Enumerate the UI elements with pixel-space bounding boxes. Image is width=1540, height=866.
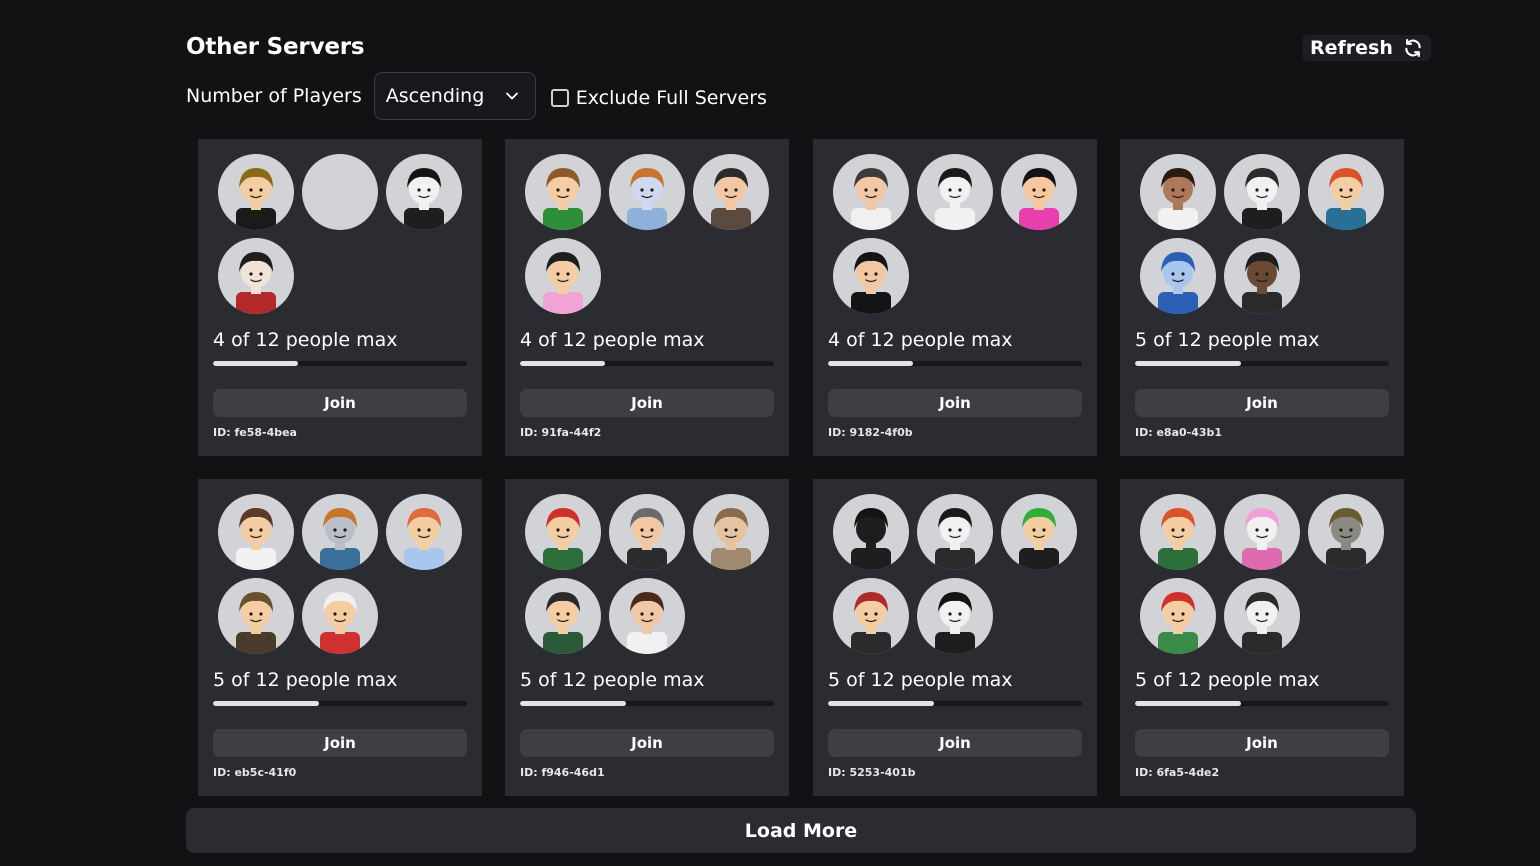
server-card: 5 of 12 people max Join ID: eb5c-41f0 [198, 479, 482, 796]
player-capacity-fill [520, 701, 626, 706]
player-avatar[interactable] [218, 238, 294, 314]
player-avatar[interactable] [833, 578, 909, 654]
join-server-button[interactable]: Join [828, 729, 1082, 757]
server-card: 5 of 12 people max Join ID: e8a0-43b1 [1120, 139, 1404, 456]
player-avatar[interactable] [917, 578, 993, 654]
player-avatar[interactable] [302, 494, 378, 570]
server-id: ID: e8a0-43b1 [1135, 426, 1223, 439]
player-avatar[interactable] [1001, 154, 1077, 230]
other-servers-page: Other Servers Refresh Number of Players … [0, 0, 1540, 866]
join-server-button[interactable]: Join [1135, 389, 1389, 417]
player-count: 4 of 12 people max [828, 329, 1013, 351]
player-avatar[interactable] [693, 494, 769, 570]
server-card: 5 of 12 people max Join ID: 6fa5-4de2 [1120, 479, 1404, 796]
player-avatar[interactable] [609, 154, 685, 230]
server-id: ID: eb5c-41f0 [213, 766, 297, 779]
exclude-full-servers-checkbox[interactable] [550, 89, 569, 107]
join-server-button[interactable]: Join [213, 729, 467, 757]
load-more-button[interactable]: Load More [186, 808, 1416, 853]
player-avatar[interactable] [609, 578, 685, 654]
player-count: 5 of 12 people max [828, 669, 1013, 691]
refresh-icon [1405, 39, 1421, 58]
join-server-button[interactable]: Join [520, 389, 774, 417]
player-avatar[interactable] [833, 154, 909, 230]
player-avatar[interactable] [1224, 578, 1300, 654]
player-avatar[interactable] [1308, 154, 1384, 230]
player-avatar[interactable] [1140, 154, 1216, 230]
player-avatar[interactable] [833, 494, 909, 570]
player-avatar[interactable] [1224, 238, 1300, 314]
player-avatar[interactable] [218, 154, 294, 230]
player-count: 4 of 12 people max [520, 329, 705, 351]
chevron-down-icon [505, 92, 518, 100]
join-server-button[interactable]: Join [1135, 729, 1389, 757]
exclude-full-servers-toggle[interactable]: Exclude Full Servers [550, 87, 767, 109]
refresh-label: Refresh [1310, 37, 1393, 59]
player-avatar[interactable] [1140, 578, 1216, 654]
player-avatar[interactable] [525, 578, 601, 654]
player-capacity-bar [213, 701, 467, 706]
player-capacity-bar [828, 701, 1082, 706]
player-avatar[interactable] [525, 238, 601, 314]
player-avatar[interactable] [218, 494, 294, 570]
join-server-button[interactable]: Join [828, 389, 1082, 417]
player-capacity-bar [1135, 361, 1389, 366]
server-card: 4 of 12 people max Join ID: fe58-4bea [198, 139, 482, 456]
server-card: 4 of 12 people max Join ID: 91fa-44f2 [505, 139, 789, 456]
sort-selected-value: Ascending [385, 85, 485, 107]
player-avatar[interactable] [525, 494, 601, 570]
player-capacity-bar [1135, 701, 1389, 706]
player-avatar[interactable] [302, 154, 378, 230]
server-card: 5 of 12 people max Join ID: f946-46d1 [505, 479, 789, 796]
player-avatar[interactable] [917, 494, 993, 570]
player-avatar[interactable] [833, 238, 909, 314]
server-card: 5 of 12 people max Join ID: 5253-401b [813, 479, 1097, 796]
player-avatar[interactable] [1001, 494, 1077, 570]
sort-order-dropdown[interactable]: Ascending [373, 72, 536, 120]
exclude-full-servers-label: Exclude Full Servers [575, 87, 767, 109]
sort-label: Number of Players [186, 85, 362, 107]
server-id: ID: f946-46d1 [520, 766, 605, 779]
player-avatar[interactable] [1224, 154, 1300, 230]
player-count: 4 of 12 people max [213, 329, 398, 351]
player-avatar[interactable] [1308, 494, 1384, 570]
player-capacity-fill [828, 361, 913, 366]
player-capacity-bar [213, 361, 467, 366]
player-capacity-fill [520, 361, 605, 366]
server-id: ID: 9182-4f0b [828, 426, 913, 439]
player-capacity-fill [828, 701, 934, 706]
player-avatar[interactable] [1224, 494, 1300, 570]
player-avatar[interactable] [525, 154, 601, 230]
player-avatar[interactable] [1140, 238, 1216, 314]
server-id: ID: fe58-4bea [213, 426, 297, 439]
player-avatar[interactable] [693, 154, 769, 230]
player-avatar[interactable] [302, 578, 378, 654]
player-count: 5 of 12 people max [213, 669, 398, 691]
player-avatar[interactable] [609, 494, 685, 570]
filter-row: Number of Players Ascending Exclude Full… [186, 72, 767, 120]
refresh-button[interactable]: Refresh [1302, 35, 1431, 61]
player-capacity-fill [1135, 701, 1241, 706]
join-server-button[interactable]: Join [213, 389, 467, 417]
section-title: Other Servers [186, 34, 365, 60]
player-capacity-fill [1135, 361, 1241, 366]
join-server-button[interactable]: Join [520, 729, 774, 757]
player-avatar[interactable] [218, 578, 294, 654]
server-card: 4 of 12 people max Join ID: 9182-4f0b [813, 139, 1097, 456]
player-count: 5 of 12 people max [1135, 669, 1320, 691]
player-capacity-fill [213, 701, 319, 706]
player-capacity-fill [213, 361, 298, 366]
server-id: ID: 5253-401b [828, 766, 916, 779]
player-avatar[interactable] [386, 494, 462, 570]
player-avatar[interactable] [1140, 494, 1216, 570]
player-capacity-bar [520, 701, 774, 706]
player-capacity-bar [828, 361, 1082, 366]
player-capacity-bar [520, 361, 774, 366]
player-avatar[interactable] [917, 154, 993, 230]
player-avatar[interactable] [386, 154, 462, 230]
server-id: ID: 6fa5-4de2 [1135, 766, 1220, 779]
player-count: 5 of 12 people max [1135, 329, 1320, 351]
server-id: ID: 91fa-44f2 [520, 426, 602, 439]
player-count: 5 of 12 people max [520, 669, 705, 691]
